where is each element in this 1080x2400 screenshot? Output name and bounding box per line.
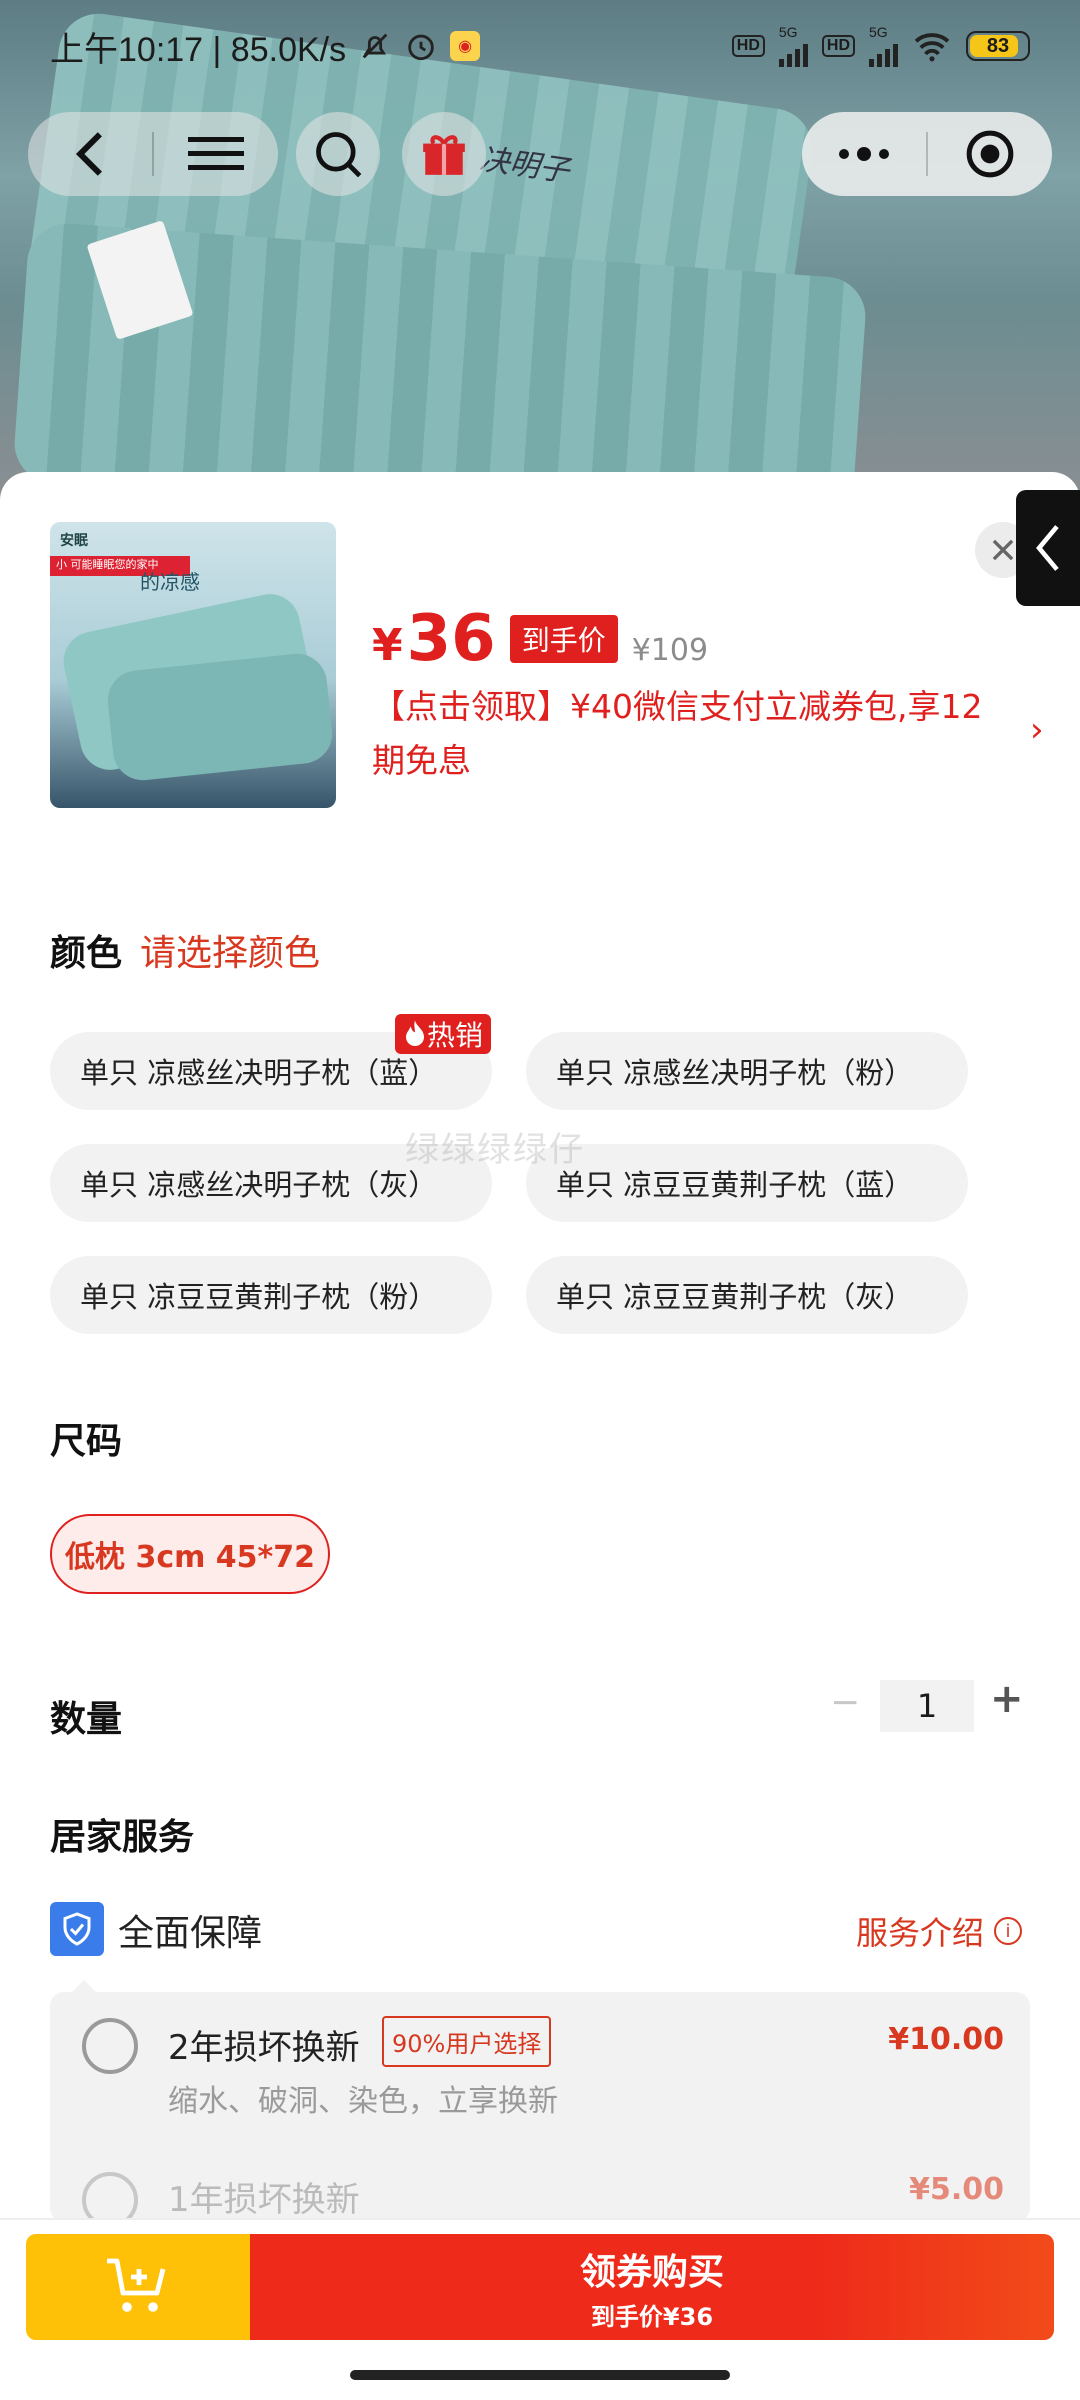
- weibo-icon: ◉: [450, 31, 481, 61]
- status-bar: 上午10:17 | 85.0K/s ◉ HD 5G HD 5G 83: [0, 0, 1080, 92]
- product-thumbnail[interactable]: 安眠 小 可能睡眠您的家中 的凉感: [50, 522, 336, 808]
- status-time-speed: 上午10:17 | 85.0K/s: [50, 30, 347, 69]
- gift-button[interactable]: [402, 112, 486, 196]
- gift-icon: [423, 135, 465, 175]
- hamburger-icon: [188, 137, 244, 170]
- alarm-icon: [404, 29, 438, 63]
- thumb-brand: 安眠: [60, 533, 88, 549]
- guarantee-label: 全面保障: [118, 1913, 263, 1954]
- chevron-left-icon: [1036, 525, 1059, 571]
- nav-bar: [28, 112, 1052, 196]
- close-miniapp-button[interactable]: [928, 112, 1052, 196]
- coupon-buy-button[interactable]: 领券购买 到手价¥36: [250, 2234, 1054, 2340]
- add-to-cart-button[interactable]: [26, 2234, 250, 2340]
- color-option[interactable]: 单只 凉豆豆黄荆子枕（蓝）: [526, 1144, 968, 1222]
- flame-icon: [406, 1020, 424, 1046]
- menu-button[interactable]: [154, 112, 278, 196]
- price-value: 36: [406, 602, 496, 676]
- capsule-menu: [802, 112, 1052, 196]
- color-section-title: 颜色: [50, 933, 123, 974]
- side-drawer-tab[interactable]: [1016, 490, 1080, 606]
- service-section-title: 居家服务: [50, 1817, 195, 1858]
- search-icon: [316, 132, 362, 178]
- size-section-title: 尺码: [50, 1421, 123, 1462]
- battery-icon: 83: [966, 31, 1030, 61]
- service-options-panel: 2年损坏换新 90%用户选择 ¥10.00 缩水、破洞、染色，立享换新 1年损坏…: [50, 1980, 1030, 2222]
- wifi-icon: [912, 30, 952, 62]
- product-hero-image: 决明子 上午10:17 | 85.0K/s ◉ HD 5G HD 5G 83: [0, 0, 1080, 500]
- service-option-price-2: ¥5.00: [909, 2172, 1004, 2207]
- original-price: ¥109: [631, 633, 709, 668]
- hot-sale-badge: 热销: [395, 1014, 492, 1054]
- target-icon: [966, 130, 1014, 178]
- battery-level: 83: [986, 34, 1010, 57]
- service-option-title: 2年损坏换新: [168, 2028, 360, 2068]
- back-arrow-icon: [75, 132, 102, 176]
- color-option[interactable]: 单只 凉感丝决明子枕（粉）: [526, 1032, 968, 1110]
- size-option-selected[interactable]: 低枕 3cm 45*72: [50, 1514, 330, 1594]
- sku-selector-sheet: 安眠 小 可能睡眠您的家中 的凉感 ¥ 36 到手价 ¥109 【点击领取】¥4…: [0, 472, 1080, 2222]
- service-radio[interactable]: [82, 2018, 138, 2074]
- service-radio-2[interactable]: [82, 2172, 138, 2222]
- service-intro-link[interactable]: 服务介绍 i: [856, 1908, 1023, 1954]
- color-hint: 请选择颜色: [140, 933, 321, 974]
- color-option[interactable]: 单只 凉豆豆黄荆子枕（灰）: [526, 1256, 968, 1334]
- chevron-right-icon[interactable]: ›: [1030, 710, 1044, 750]
- color-option[interactable]: 单只 凉豆豆黄荆子枕（粉）: [50, 1256, 492, 1334]
- buy-button-subtext: 到手价¥36: [590, 2302, 714, 2331]
- service-option-desc: 缩水、破洞、染色，立享换新: [168, 2084, 558, 2119]
- promo-coupon-link[interactable]: 【点击领取】¥40微信支付立减券包,享12期免息: [372, 680, 1012, 788]
- quantity-input[interactable]: 1: [880, 1680, 974, 1732]
- home-indicator[interactable]: [350, 2370, 730, 2380]
- purchase-footer: 领券购买 到手价¥36: [0, 2220, 1080, 2400]
- more-dots-icon: [839, 147, 889, 161]
- close-icon: [992, 539, 1014, 561]
- info-icon: i: [994, 1917, 1023, 1945]
- price-symbol: ¥: [372, 620, 403, 671]
- service-option-price: ¥10.00: [888, 2022, 1004, 2057]
- more-button[interactable]: [802, 112, 926, 196]
- signal-icon: 5G: [778, 25, 808, 67]
- final-price-tag: 到手价: [509, 615, 618, 663]
- quantity-section-title: 数量: [50, 1699, 123, 1740]
- quantity-plus-button[interactable]: +: [990, 1676, 1024, 1722]
- buy-bar: 领券购买 到手价¥36: [26, 2234, 1054, 2340]
- hd-icon: HD: [731, 35, 765, 57]
- watermark: 绿绿绿绿仔: [405, 1130, 585, 1170]
- mute-icon: [358, 29, 392, 63]
- quantity-minus-button[interactable]: −: [830, 1682, 860, 1723]
- buy-button-label: 领券购买: [579, 2251, 724, 2293]
- service-option-title-2: 1年损坏换新: [168, 2180, 360, 2220]
- back-button[interactable]: [28, 112, 152, 196]
- hd-icon-2: HD: [821, 35, 855, 57]
- signal-icon-2: 5G: [869, 25, 898, 67]
- nav-pill: [28, 112, 278, 196]
- thumb-title: 的凉感: [140, 570, 200, 594]
- cart-plus-icon: [107, 2258, 166, 2312]
- search-button[interactable]: [296, 112, 380, 196]
- shield-icon: [50, 1902, 104, 1956]
- popular-badge: 90%用户选择: [382, 2016, 552, 2067]
- price-row: ¥ 36 到手价 ¥109: [372, 602, 708, 676]
